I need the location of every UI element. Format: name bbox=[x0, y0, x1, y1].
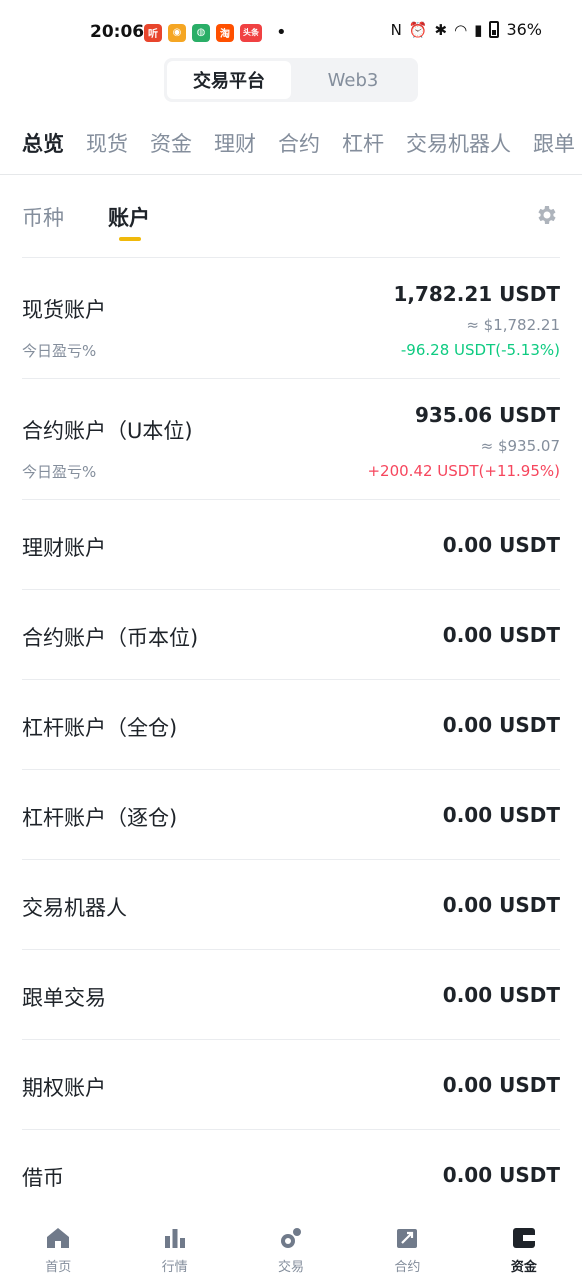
account-name: 杠杆账户（全仓) bbox=[22, 716, 178, 740]
account-usd-value: ≈ $1,782.21 bbox=[466, 316, 560, 334]
tab-earn[interactable]: 理财 bbox=[214, 128, 256, 158]
trade-icon bbox=[281, 1228, 302, 1248]
active-tab-indicator bbox=[119, 237, 141, 241]
daily-pnl-label: 今日盈亏% bbox=[22, 463, 97, 481]
account-balance: 1,782.21 USDT bbox=[393, 282, 560, 306]
account-row-options[interactable]: 期权账户 0.00 USDT bbox=[22, 1039, 560, 1129]
nav-trade[interactable]: 交易 bbox=[233, 1214, 349, 1280]
nav-home[interactable]: 首页 bbox=[0, 1214, 116, 1280]
taobao-app-icon: 淘 bbox=[216, 23, 234, 42]
account-daily-pnl: +200.42 USDT(+11.95%) bbox=[367, 462, 560, 480]
weibo-app-icon: ◉ bbox=[168, 23, 186, 42]
futures-icon bbox=[397, 1229, 418, 1248]
wechat-app-icon: ◍ bbox=[192, 23, 210, 42]
top-tabs: 总览 现货 资金 理财 合约 杠杆 交易机器人 跟单 bbox=[22, 128, 582, 158]
account-name: 杠杆账户（逐仓) bbox=[22, 806, 178, 830]
account-row-copy-trading[interactable]: 跟单交易 0.00 USDT bbox=[22, 949, 560, 1039]
nav-label: 资金 bbox=[510, 1260, 537, 1275]
account-row-coinm-futures[interactable]: 合约账户（币本位) 0.00 USDT bbox=[22, 589, 560, 679]
tab-futures[interactable]: 合约 bbox=[278, 128, 320, 158]
home-icon bbox=[47, 1228, 70, 1248]
account-row-isolated-margin[interactable]: 杠杆账户（逐仓) 0.00 USDT bbox=[22, 769, 560, 859]
markets-icon bbox=[164, 1229, 185, 1248]
account-balance: 0.00 USDT bbox=[442, 1163, 560, 1187]
battery-icon bbox=[489, 21, 500, 38]
signal-icon: ▮ bbox=[474, 20, 483, 39]
more-notifications-dot: • bbox=[276, 22, 287, 43]
tab-copy-trading[interactable]: 跟单 bbox=[533, 128, 575, 158]
account-name: 借币 bbox=[22, 1166, 64, 1190]
alarm-icon: ⏰ bbox=[408, 20, 428, 39]
account-balance: 0.00 USDT bbox=[442, 803, 560, 827]
account-list: 现货账户 今日盈亏% 1,782.21 USDT ≈ $1,782.21 -96… bbox=[22, 257, 560, 1209]
status-bar: 20:06 听 ◉ ◍ 淘 头条 • N ⏰ ✱ ◠ ▮ 36% bbox=[0, 0, 582, 64]
account-balance: 935.06 USDT bbox=[414, 403, 560, 427]
nav-label: 交易 bbox=[278, 1260, 305, 1275]
tab-spot[interactable]: 现货 bbox=[86, 128, 128, 158]
nav-label: 合约 bbox=[394, 1260, 421, 1275]
account-row-earn[interactable]: 理财账户 0.00 USDT bbox=[22, 499, 560, 589]
account-balance: 0.00 USDT bbox=[442, 533, 560, 557]
account-name: 交易机器人 bbox=[22, 896, 127, 920]
notification-icons: 听 ◉ ◍ 淘 头条 • bbox=[144, 22, 287, 43]
nfc-icon: N bbox=[390, 20, 402, 39]
account-name: 现货账户 bbox=[22, 298, 106, 322]
account-balance: 0.00 USDT bbox=[442, 623, 560, 647]
bluetooth-icon: ✱ bbox=[434, 20, 448, 39]
account-row-loans[interactable]: 借币 0.00 USDT bbox=[22, 1129, 560, 1209]
toutiao-app-icon: 头条 bbox=[240, 23, 262, 42]
account-name: 期权账户 bbox=[22, 1076, 106, 1100]
settings-gear-icon[interactable] bbox=[534, 203, 558, 227]
wallet-icon bbox=[512, 1228, 535, 1248]
bottom-nav: 首页 行情 交易 合约 资金 bbox=[0, 1214, 582, 1280]
account-name: 合约账户（币本位) bbox=[22, 626, 199, 650]
account-row-cross-margin[interactable]: 杠杆账户（全仓) 0.00 USDT bbox=[22, 679, 560, 769]
listen-app-icon: 听 bbox=[144, 23, 162, 42]
account-balance: 0.00 USDT bbox=[442, 893, 560, 917]
tab-overview[interactable]: 总览 bbox=[22, 128, 64, 158]
platform-tab-exchange[interactable]: 交易平台 bbox=[167, 61, 291, 99]
divider bbox=[0, 174, 582, 175]
account-name: 跟单交易 bbox=[22, 986, 106, 1010]
account-row-usdm-futures[interactable]: 合约账户（U本位) 今日盈亏% 935.06 USDT ≈ $935.07 +2… bbox=[22, 378, 560, 499]
tab-trading-bots[interactable]: 交易机器人 bbox=[406, 128, 511, 158]
platform-switch: 交易平台 Web3 bbox=[164, 58, 418, 102]
account-name: 合约账户（U本位) bbox=[22, 419, 193, 443]
tab-funding[interactable]: 资金 bbox=[150, 128, 192, 158]
status-time: 20:06 bbox=[90, 22, 145, 42]
account-balance: 0.00 USDT bbox=[442, 713, 560, 737]
account-name: 理财账户 bbox=[22, 536, 106, 560]
account-row-trading-bots[interactable]: 交易机器人 0.00 USDT bbox=[22, 859, 560, 949]
platform-tab-web3[interactable]: Web3 bbox=[291, 61, 415, 99]
nav-wallet[interactable]: 资金 bbox=[466, 1214, 582, 1280]
subtab-coins[interactable]: 币种 bbox=[22, 202, 64, 232]
nav-markets[interactable]: 行情 bbox=[116, 1214, 232, 1280]
nav-label: 行情 bbox=[161, 1260, 188, 1275]
account-row-spot[interactable]: 现货账户 今日盈亏% 1,782.21 USDT ≈ $1,782.21 -96… bbox=[22, 257, 560, 378]
subtab-accounts[interactable]: 账户 bbox=[108, 202, 150, 232]
wifi-icon: ◠ bbox=[454, 20, 468, 39]
nav-label: 首页 bbox=[45, 1260, 72, 1275]
system-indicators: N ⏰ ✱ ◠ ▮ 36% bbox=[391, 20, 542, 39]
battery-percent: 36% bbox=[506, 20, 542, 39]
daily-pnl-label: 今日盈亏% bbox=[22, 342, 97, 360]
nav-futures[interactable]: 合约 bbox=[349, 1214, 465, 1280]
account-balance: 0.00 USDT bbox=[442, 983, 560, 1007]
account-usd-value: ≈ $935.07 bbox=[480, 437, 560, 455]
account-daily-pnl: -96.28 USDT(-5.13%) bbox=[400, 341, 560, 359]
tab-margin[interactable]: 杠杆 bbox=[342, 128, 384, 158]
account-balance: 0.00 USDT bbox=[442, 1073, 560, 1097]
